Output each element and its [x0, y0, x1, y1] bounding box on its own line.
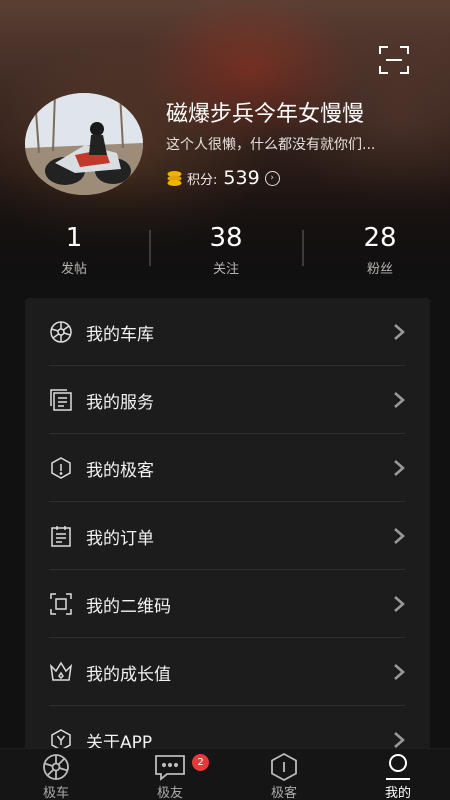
menu-item-garage[interactable]: 我的车库 — [25, 298, 430, 366]
stat-posts[interactable]: 1 发帖 — [14, 222, 134, 277]
hexagon-icon — [271, 753, 297, 781]
stat-label: 粉丝 — [366, 262, 393, 277]
stats-row: 1 发帖 38 关注 28 粉丝 — [0, 222, 450, 282]
bottom-tab-bar: 极车 2 极友 极客 我的 — [0, 748, 450, 800]
stat-following[interactable]: 38 关注 — [166, 222, 286, 277]
menu-item-label: 我的极客 — [86, 460, 154, 481]
tab-geek[interactable]: 极客 — [228, 749, 340, 800]
tab-mine[interactable]: 我的 — [342, 749, 450, 800]
menu-item-label: 我的成长值 — [86, 664, 171, 685]
menu-item-label: 我的车库 — [86, 324, 154, 345]
scan-icon[interactable] — [378, 45, 410, 75]
points-value: 539 — [223, 167, 260, 189]
qr-frame-icon — [50, 593, 72, 615]
menu-item-services[interactable]: 我的服务 — [25, 366, 430, 434]
stat-followers[interactable]: 28 粉丝 — [320, 222, 440, 277]
tab-label: 极友 — [156, 786, 183, 800]
wheel-icon — [43, 754, 69, 780]
stat-value: 28 — [363, 223, 397, 253]
menu-item-orders[interactable]: 我的订单 — [25, 502, 430, 570]
chevron-right-icon — [394, 460, 405, 476]
menu-item-label: 我的二维码 — [86, 596, 171, 617]
notification-badge: 2 — [192, 754, 209, 771]
stat-divider — [149, 230, 151, 266]
profile-arc-icon — [386, 754, 410, 780]
chevron-right-icon — [394, 732, 405, 748]
username: 磁爆步兵今年女慢慢 — [166, 102, 365, 127]
avatar[interactable] — [25, 93, 143, 195]
hexagon-info-icon — [51, 457, 71, 479]
chat-bubble-icon — [155, 755, 185, 781]
chevron-right-icon — [394, 324, 405, 340]
stat-divider — [302, 230, 304, 266]
points-row[interactable]: 积分: 539 › — [166, 165, 280, 191]
tab-friends[interactable]: 2 极友 — [114, 749, 226, 800]
service-list-icon — [50, 389, 72, 411]
menu-item-label: 我的服务 — [86, 392, 154, 413]
crown-icon — [49, 661, 73, 681]
tab-label: 我的 — [384, 786, 411, 800]
menu-item-label: 我的订单 — [86, 528, 154, 549]
tab-label: 极客 — [270, 786, 297, 800]
chevron-right-icon — [394, 528, 405, 544]
coin-icon — [167, 170, 182, 186]
chevron-right-icon — [394, 392, 405, 408]
stat-value: 1 — [65, 223, 83, 253]
menu-item-geek[interactable]: 我的极客 — [25, 434, 430, 502]
points-label: 积分: — [187, 172, 218, 188]
bio-text: 这个人很懒，什么都没有就你们... — [166, 137, 376, 153]
menu-item-qrcode[interactable]: 我的二维码 — [25, 570, 430, 638]
order-calendar-icon — [51, 526, 71, 547]
tab-label: 极车 — [42, 786, 69, 800]
tab-cars[interactable]: 极车 — [0, 749, 112, 800]
chevron-right-icon — [394, 596, 405, 612]
stat-value: 38 — [209, 223, 243, 253]
chevron-right-circle-icon: › — [264, 170, 280, 186]
menu-card: 我的车库 我的服务 我的极客 我的订单 我的二维码 我的成长值 关于APP — [25, 298, 430, 758]
menu-item-growth[interactable]: 我的成长值 — [25, 638, 430, 706]
wheel-icon — [50, 321, 72, 343]
stat-label: 关注 — [212, 262, 239, 277]
chevron-right-icon — [394, 664, 405, 680]
stat-label: 发帖 — [60, 262, 87, 277]
